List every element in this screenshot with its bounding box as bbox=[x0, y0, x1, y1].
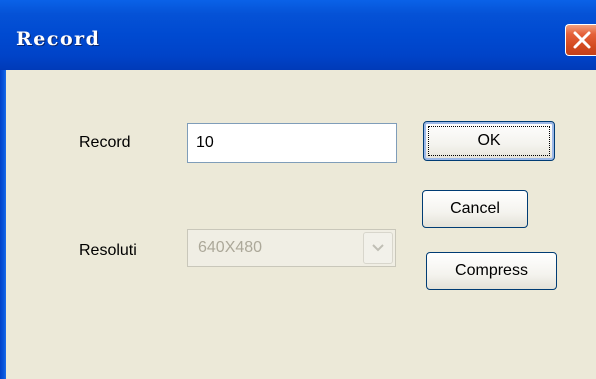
window-title: Record bbox=[16, 28, 101, 50]
ok-button[interactable]: OK bbox=[423, 121, 555, 161]
focus-rectangle bbox=[428, 126, 550, 156]
cancel-button-label: Cancel bbox=[450, 200, 500, 217]
close-x-icon bbox=[573, 31, 591, 49]
cancel-button[interactable]: Cancel bbox=[422, 190, 528, 228]
record-label: Record bbox=[79, 134, 131, 151]
resolution-label: Resoluti bbox=[79, 242, 137, 259]
close-button[interactable] bbox=[565, 24, 596, 56]
resolution-value: 640X480 bbox=[198, 239, 263, 256]
record-input[interactable]: 10 bbox=[187, 123, 397, 163]
compress-button[interactable]: Compress bbox=[426, 252, 557, 290]
record-dialog: Record Record 10 Resoluti 640X480 OK Can… bbox=[0, 0, 596, 379]
resolution-dropdown-button[interactable] bbox=[363, 232, 393, 264]
compress-button-label: Compress bbox=[455, 262, 528, 279]
title-bar[interactable]: Record bbox=[0, 0, 596, 70]
window-left-border bbox=[0, 70, 6, 379]
resolution-select[interactable]: 640X480 bbox=[187, 229, 396, 267]
chevron-down-icon bbox=[372, 244, 384, 252]
